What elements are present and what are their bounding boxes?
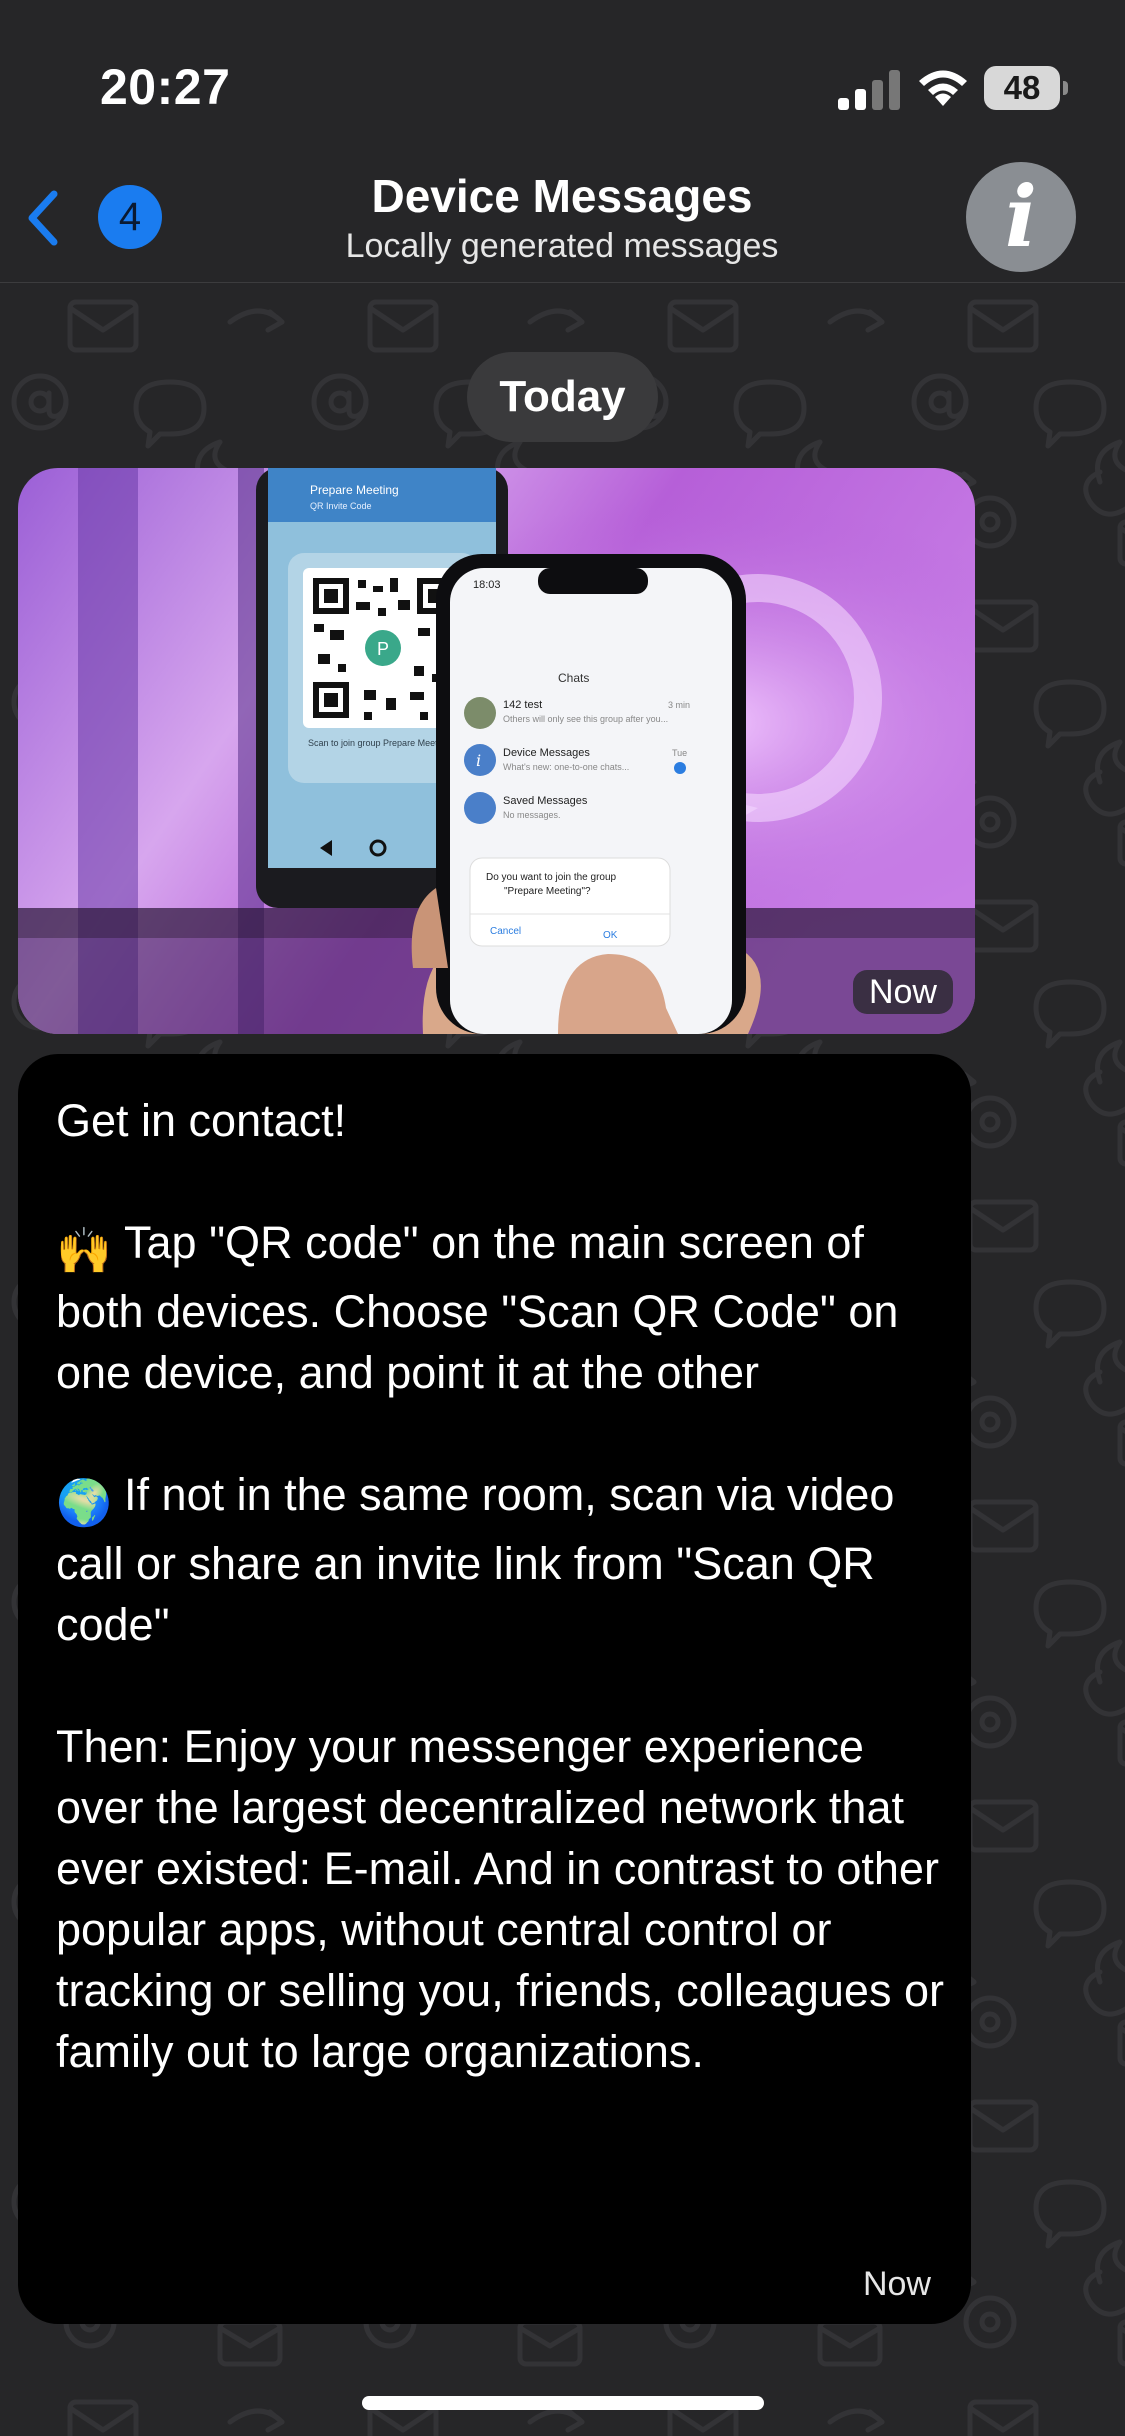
date-separator: Today: [467, 352, 658, 442]
cellular-signal-icon: [838, 70, 900, 110]
unread-count-badge: 4: [98, 185, 162, 249]
message-photo: Prepare Meeting QR Invite Code P Scan to…: [18, 468, 975, 1034]
battery-level: 48: [1003, 69, 1041, 106]
battery-indicator: 48: [984, 66, 1068, 110]
image-message[interactable]: Prepare Meeting QR Invite Code P Scan to…: [18, 468, 975, 1034]
message-paragraph: Get in contact!: [56, 1095, 347, 1146]
status-time: 20:27: [100, 59, 231, 115]
svg-text:Prepare Meeting: Prepare Meeting: [310, 483, 399, 497]
svg-text:18:03: 18:03: [473, 579, 501, 591]
globe-emoji-icon: 🌍: [56, 1477, 113, 1528]
message-paragraph: 🌍 If not in the same room, scan via video…: [56, 1469, 895, 1650]
chat-title: Device Messages: [371, 170, 753, 222]
svg-text:Chats: Chats: [558, 671, 589, 685]
message-timestamp: Now: [852, 970, 953, 1014]
svg-text:Do you want to join the group: Do you want to join the group: [486, 872, 617, 883]
raising-hands-emoji-icon: 🙌: [56, 1225, 113, 1276]
info-icon: i: [1005, 167, 1037, 266]
svg-text:"Prepare Meeting"?: "Prepare Meeting"?: [504, 886, 591, 897]
svg-text:Scan to join group Prepare Mee: Scan to join group Prepare Meeting: [308, 738, 450, 748]
svg-text:Cancel: Cancel: [490, 926, 521, 937]
wifi-icon: [919, 70, 967, 106]
message-paragraph: 🙌 Tap "QR code" on the main screen of bot…: [56, 1217, 899, 1398]
chat-title-block[interactable]: Device Messages Locally generated messag…: [262, 168, 862, 268]
chevron-left-icon: [28, 190, 58, 246]
chat-subtitle: Locally generated messages: [345, 227, 779, 265]
svg-text:OK: OK: [603, 930, 618, 941]
svg-text:3 min: 3 min: [668, 700, 690, 710]
status-bar: 20:27 48: [0, 0, 1125, 150]
svg-text:142 test: 142 test: [503, 699, 542, 711]
svg-text:No messages.: No messages.: [503, 810, 561, 820]
svg-text:Tue: Tue: [672, 748, 687, 758]
chat-avatar[interactable]: i: [966, 162, 1076, 272]
back-button[interactable]: 4: [18, 180, 168, 252]
svg-text:i: i: [476, 751, 481, 770]
svg-text:Others will only see this grou: Others will only see this group after yo…: [503, 714, 668, 724]
home-indicator[interactable]: [362, 2396, 764, 2410]
chat-header: 4 Device Messages Locally generated mess…: [0, 150, 1125, 283]
svg-text:Saved Messages: Saved Messages: [503, 795, 588, 807]
message-body: Get in contact! 🙌 Tap "QR code" on the ma…: [56, 1090, 946, 2082]
svg-text:What's new: one-to-one chats..: What's new: one-to-one chats...: [503, 762, 629, 772]
text-message[interactable]: Get in contact! 🙌 Tap "QR code" on the ma…: [18, 1054, 971, 2324]
svg-text:Device Messages: Device Messages: [503, 747, 590, 759]
message-paragraph: Then: Enjoy your messenger experience ov…: [56, 1721, 944, 2077]
svg-text:P: P: [377, 639, 389, 659]
svg-text:QR Invite Code: QR Invite Code: [310, 501, 372, 511]
message-timestamp: Now: [862, 2265, 931, 2303]
